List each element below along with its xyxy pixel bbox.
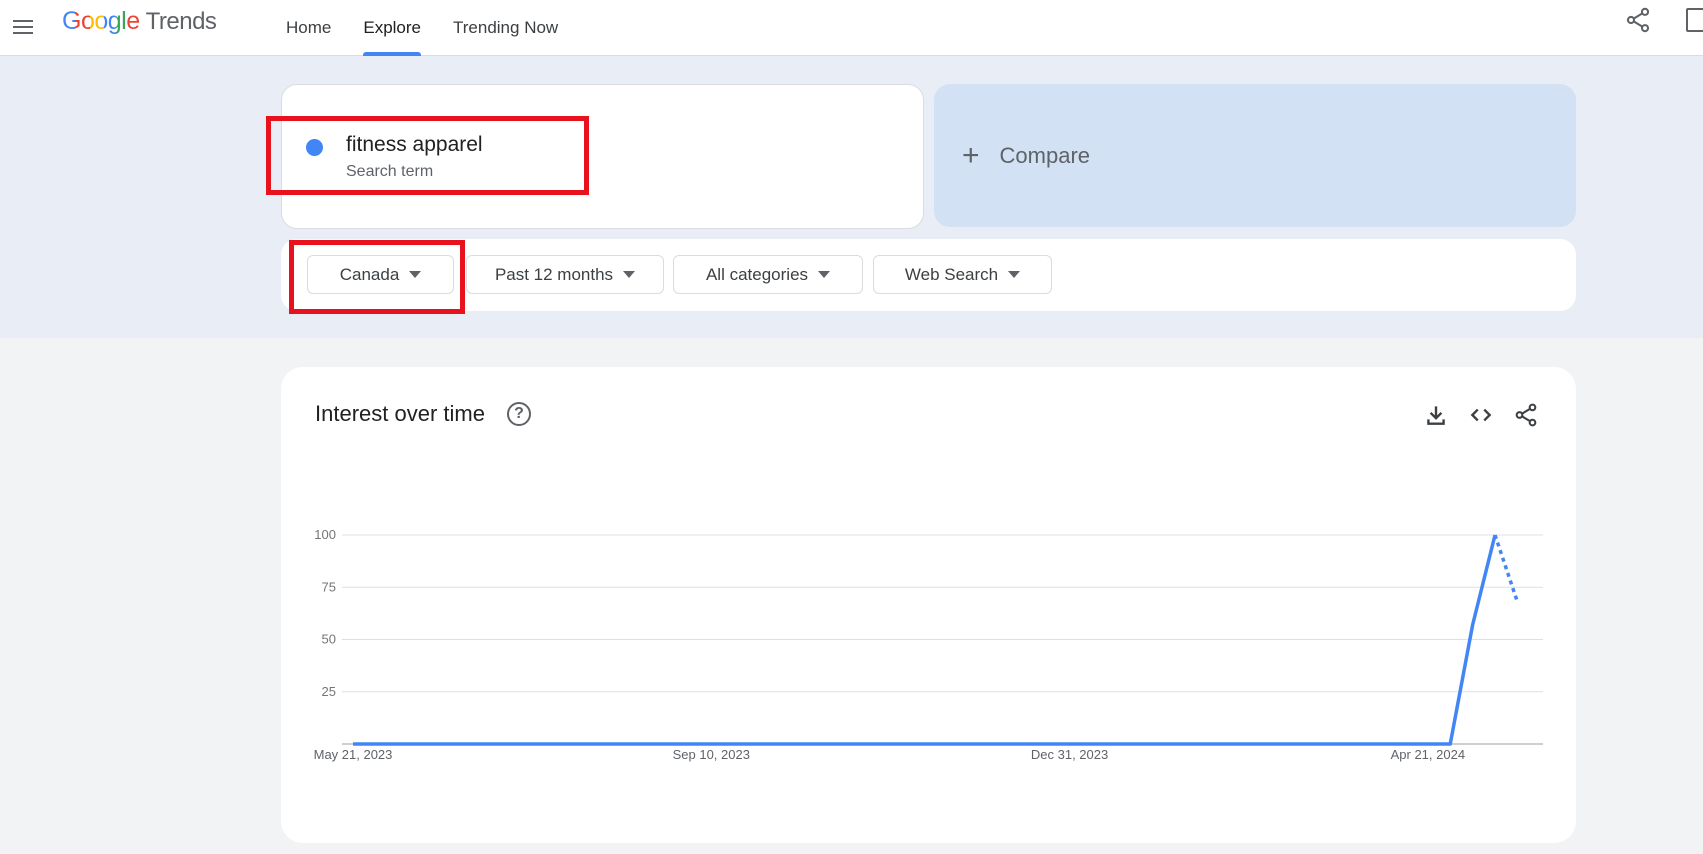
chart-title: Interest over time	[315, 401, 485, 426]
logo-trends: Trends	[145, 8, 217, 35]
chevron-down-icon	[1008, 271, 1021, 278]
chevron-down-icon	[818, 271, 831, 278]
help-icon[interactable]: ?	[507, 402, 531, 426]
category-label: All categories	[705, 264, 809, 284]
compare-button[interactable]: + Compare	[934, 84, 1576, 227]
time-range-dropdown[interactable]: Past 12 months	[466, 255, 664, 294]
search-type-label: Web Search	[904, 264, 999, 284]
google-trends-logo[interactable]: Google Trends	[62, 7, 217, 36]
hamburger-menu-icon[interactable]	[8, 12, 38, 42]
embed-code-icon[interactable]	[1468, 402, 1494, 428]
highlight-box-region	[289, 240, 465, 314]
compare-label: Compare	[999, 142, 1091, 168]
nav-home[interactable]: Home	[270, 0, 347, 56]
plus-icon: +	[962, 138, 980, 172]
logo-google: Google	[62, 7, 140, 35]
nav-trending-now[interactable]: Trending Now	[437, 0, 574, 56]
chevron-down-icon	[623, 271, 636, 278]
feedback-icon[interactable]	[1686, 8, 1703, 32]
search-type-dropdown[interactable]: Web Search	[873, 255, 1052, 294]
nav-explore[interactable]: Explore	[347, 0, 437, 56]
share-icon[interactable]	[1624, 6, 1652, 34]
highlight-box-search-term	[266, 116, 589, 195]
category-dropdown[interactable]: All categories	[673, 255, 863, 294]
interest-over-time-card	[281, 367, 1576, 843]
share-icon[interactable]	[1513, 402, 1539, 428]
time-range-label: Past 12 months	[494, 264, 614, 284]
download-icon[interactable]	[1423, 402, 1449, 428]
top-app-bar: Google Trends Home Explore Trending Now	[0, 0, 1703, 56]
top-nav: Home Explore Trending Now	[270, 0, 574, 56]
